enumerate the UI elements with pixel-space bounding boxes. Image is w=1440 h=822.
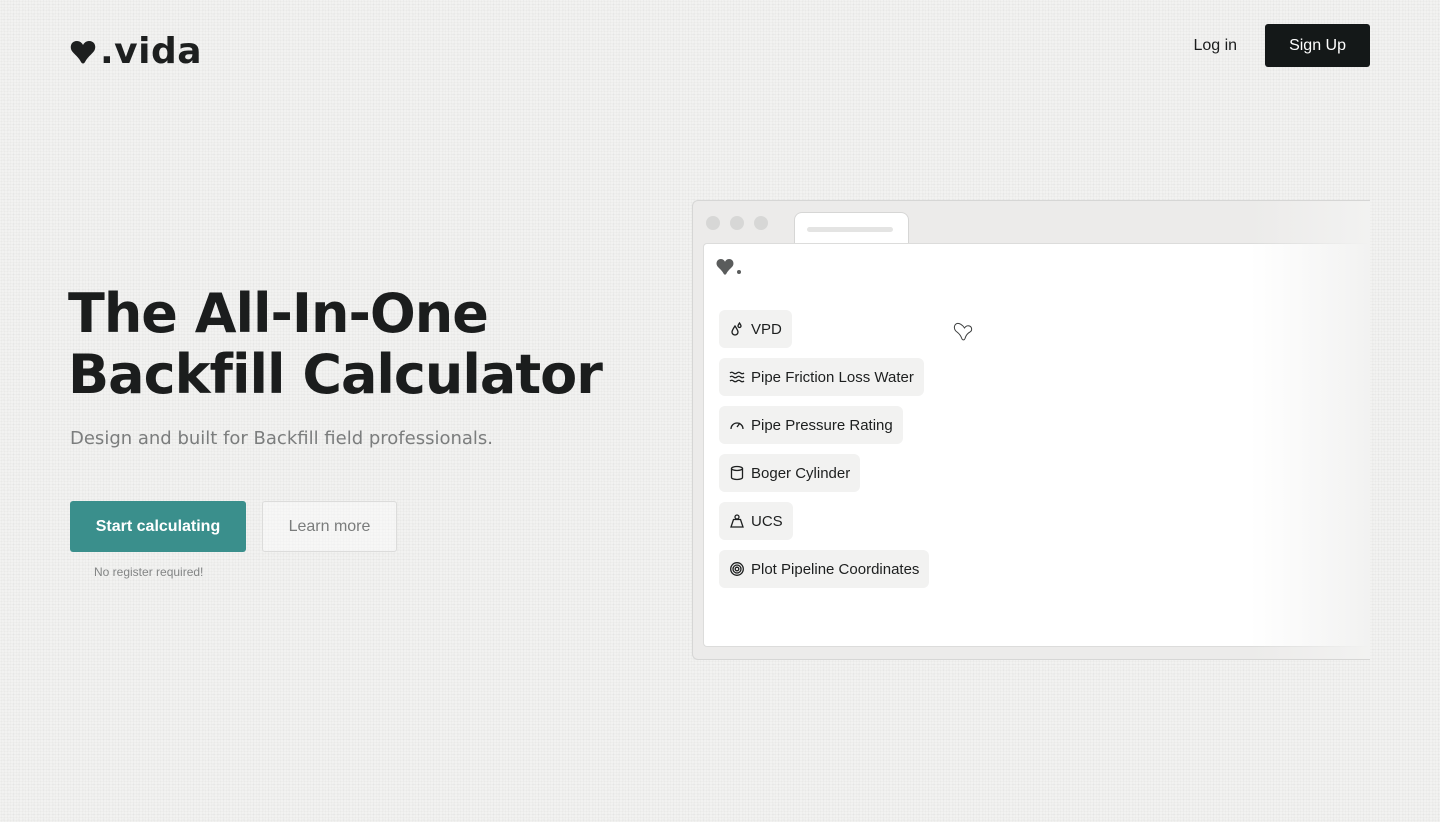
- learn-more-button[interactable]: Learn more: [262, 501, 397, 552]
- heart-logo-icon: [716, 259, 741, 275]
- window-dot: [754, 216, 768, 230]
- calculator-label: UCS: [751, 512, 783, 530]
- calculator-list: VPD Pipe Friction Loss Water Pipe Pressu…: [719, 310, 930, 588]
- heart-logo-icon: [70, 41, 96, 64]
- heart-cursor-icon: [953, 322, 973, 341]
- gauge-icon: [730, 422, 744, 430]
- window-controls: [706, 216, 768, 230]
- calculator-item-pipe-pressure-rating[interactable]: Pipe Pressure Rating: [719, 406, 903, 444]
- no-register-note: No register required!: [94, 565, 204, 579]
- tab-title-placeholder: [807, 227, 893, 232]
- waves-icon: [729, 371, 745, 383]
- top-nav: Log in Sign Up: [1193, 24, 1370, 67]
- droplets-icon: [731, 321, 742, 336]
- calculator-label: Pipe Pressure Rating: [751, 416, 893, 434]
- brand-logo[interactable]: .vida: [70, 32, 202, 72]
- hero-subtitle: Design and built for Backfill field prof…: [70, 428, 494, 449]
- cta-row: Start calculating Learn more: [70, 501, 397, 552]
- login-link[interactable]: Log in: [1193, 37, 1237, 55]
- browser-tab: [794, 212, 909, 246]
- window-dot: [730, 216, 744, 230]
- calculator-label: Pipe Friction Loss Water: [751, 368, 914, 386]
- calculator-label: Plot Pipeline Coordinates: [751, 560, 920, 578]
- start-calculating-button[interactable]: Start calculating: [70, 501, 246, 552]
- signup-button[interactable]: Sign Up: [1265, 24, 1370, 67]
- hero-title-line-2: Backfill Calculator: [68, 343, 603, 406]
- window-dot: [706, 216, 720, 230]
- brand-name: .vida: [100, 31, 203, 72]
- hero-title: The All-In-One Backfill Calculator: [68, 283, 668, 405]
- calculator-item-pipe-friction-loss[interactable]: Pipe Friction Loss Water: [719, 358, 924, 396]
- calculator-item-ucs[interactable]: UCS: [719, 502, 793, 540]
- calculator-item-boger-cylinder[interactable]: Boger Cylinder: [719, 454, 861, 492]
- mockup-page: VPD Pipe Friction Loss Water Pipe Pressu…: [703, 243, 1370, 647]
- calculator-item-vpd[interactable]: VPD: [719, 310, 792, 348]
- target-icon: [730, 562, 744, 576]
- hero-title-line-1: The All-In-One: [68, 282, 489, 345]
- calculator-label: VPD: [751, 320, 782, 338]
- calculator-item-plot-pipeline[interactable]: Plot Pipeline Coordinates: [719, 550, 930, 588]
- calculator-label: Boger Cylinder: [751, 464, 851, 482]
- weight-icon: [730, 514, 744, 528]
- browser-mockup: VPD Pipe Friction Loss Water Pipe Pressu…: [692, 200, 1370, 660]
- cylinder-icon: [730, 465, 744, 481]
